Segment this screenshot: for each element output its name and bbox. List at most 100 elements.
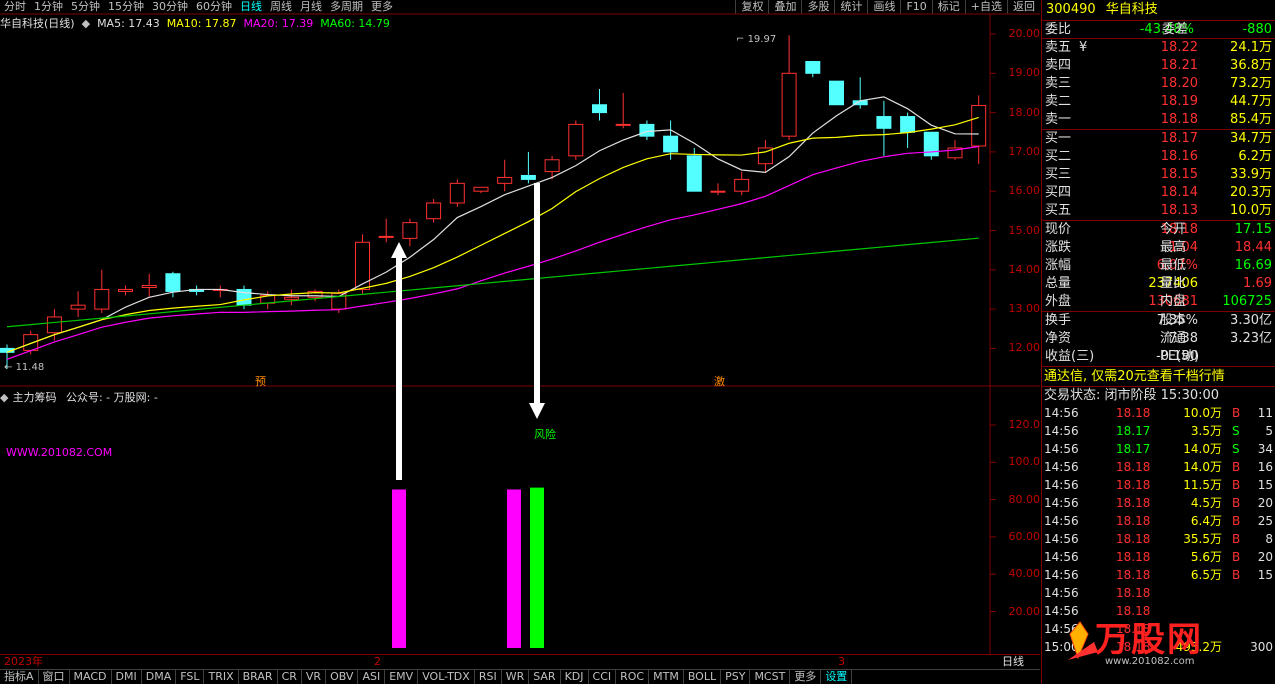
indicator-tab[interactable]: PSY	[721, 670, 751, 684]
candle-body[interactable]	[781, 72, 797, 137]
indicator-tab[interactable]: 更多	[790, 670, 822, 684]
indicator-tab[interactable]: VR	[302, 670, 327, 684]
candle-body[interactable]	[876, 116, 892, 129]
candle-body[interactable]	[70, 304, 86, 310]
candle-body[interactable]	[544, 159, 560, 173]
candle-body[interactable]	[449, 182, 465, 204]
kline-chart[interactable]	[0, 0, 1040, 684]
indicator-tab[interactable]: CCI	[589, 670, 617, 684]
quote-panel: 300490 华自科技 委比 -43.48% 委差 -880 卖五 ¥18.22 2…	[1041, 0, 1275, 684]
indicator-tab[interactable]: 窗口	[39, 670, 70, 684]
tick-time: 14:56	[1044, 550, 1079, 564]
tick-price: 18.18	[1116, 568, 1151, 582]
candle-body[interactable]	[568, 123, 584, 157]
candle-body[interactable]	[520, 174, 536, 180]
tick-side: B	[1232, 514, 1241, 528]
stock-name: 华自科技	[1105, 2, 1158, 17]
indicator-tab[interactable]: DMI	[112, 670, 142, 684]
tick-price: 18.18	[1116, 406, 1151, 420]
indicator-tab[interactable]: VOL-TDX	[418, 670, 475, 684]
candle-body[interactable]	[639, 123, 655, 137]
tick-time: 14:56	[1044, 442, 1079, 456]
sell-level-label: 卖一	[1045, 112, 1072, 127]
tick-time: 14:56	[1044, 478, 1079, 492]
stat-label: 外盘	[1045, 294, 1072, 309]
candle-body[interactable]	[402, 222, 418, 239]
candle-body[interactable]	[165, 273, 181, 292]
candle-body[interactable]	[426, 202, 442, 220]
indicator-tabs: 指标A 窗口 MACD DMI DMA FSL TRIX BRAR CR VR OBV ASI EMV V…	[0, 669, 1040, 684]
stat-value: 16.69	[1234, 258, 1272, 273]
tick-price: 18.18	[1116, 586, 1151, 600]
candle-body[interactable]	[663, 135, 679, 153]
indicator-tab[interactable]: BOLL	[684, 670, 722, 684]
indicator-tab[interactable]: 指标A	[0, 670, 39, 684]
tick-row: 14:56 18.18 4.5万 B 20	[1042, 494, 1275, 512]
candle-body[interactable]	[473, 186, 489, 192]
indicator-subtext: 公众号: - 万股网: -	[65, 391, 158, 404]
indicator-axis-label: 20.00	[1008, 604, 1041, 618]
tick-side: B	[1232, 496, 1241, 510]
candle-body[interactable]	[46, 316, 62, 334]
candle-body[interactable]	[734, 178, 750, 192]
tick-side: B	[1232, 532, 1241, 546]
indicator-tab[interactable]: WR	[502, 670, 530, 684]
candle-body[interactable]	[355, 241, 370, 290]
indicator-diamond-icon[interactable]: ◆	[0, 391, 8, 404]
indicator-tab[interactable]: CR	[278, 670, 302, 684]
indicator-tab[interactable]: DMA	[142, 670, 177, 684]
signal-pre-label: 预	[255, 375, 266, 388]
buy-level-row: 买五 18.13 10.0万	[1042, 202, 1275, 220]
stat-label: 量比	[1160, 276, 1187, 291]
indicator-tab[interactable]: MTM	[649, 670, 684, 684]
indicator-tab[interactable]: TRIX	[204, 670, 239, 684]
candle-body[interactable]	[118, 288, 133, 292]
buy-volume: 33.9万	[1230, 167, 1272, 182]
candle-body[interactable]	[805, 61, 821, 74]
candle-body[interactable]	[94, 288, 110, 310]
candle-body[interactable]	[497, 176, 513, 184]
indicator-tab[interactable]: KDJ	[561, 670, 589, 684]
indicator-tab[interactable]: 设置	[821, 670, 853, 684]
indicator-tab[interactable]: BRAR	[239, 670, 278, 684]
candle-body[interactable]	[900, 116, 916, 133]
indicator-tab[interactable]: MACD	[70, 670, 112, 684]
candle-body[interactable]	[710, 190, 726, 193]
stock-code: 300490	[1046, 2, 1096, 17]
candle-body[interactable]	[686, 155, 702, 192]
candle-body[interactable]	[378, 235, 394, 238]
tick-price: 18.18	[1116, 460, 1151, 474]
date-year: 2023年	[4, 655, 43, 668]
stat-row: 收益(三) -0.190 PE(动)	[1042, 348, 1275, 366]
stat-label: PE(动)	[1160, 349, 1200, 364]
indicator-tab[interactable]: FSL	[176, 670, 205, 684]
indicator-tab[interactable]: EMV	[385, 670, 419, 684]
stat-row: 现价 18.18 今开 17.15	[1042, 221, 1275, 239]
candle-body[interactable]	[283, 296, 299, 300]
indicator-tab[interactable]: RSI	[475, 670, 502, 684]
tick-price: 18.18	[1116, 532, 1151, 546]
indicator-tab[interactable]: ROC	[616, 670, 650, 684]
ad-banner[interactable]: 通达信, 仅需20元查看千档行情	[1042, 366, 1275, 386]
indicator-tab[interactable]: OBV	[326, 670, 359, 684]
tick-time: 14:56	[1044, 514, 1079, 528]
stat-label: 涨幅	[1045, 258, 1072, 273]
candle-body[interactable]	[829, 80, 844, 106]
indicator-tab[interactable]: ASI	[358, 670, 386, 684]
indicator-tab[interactable]: SAR	[529, 670, 561, 684]
candle-body[interactable]	[615, 123, 631, 126]
candle-body[interactable]	[141, 285, 157, 288]
sell-price: 18.20	[1160, 76, 1198, 91]
tick-time: 14:56	[1044, 406, 1079, 420]
candle-body[interactable]	[971, 105, 987, 147]
order-ratio-label: 委比	[1045, 22, 1072, 37]
buy-level-label: 买一	[1045, 131, 1072, 146]
buy-level-row: 买三 18.15 33.9万	[1042, 166, 1275, 184]
candle-body[interactable]	[23, 334, 39, 351]
candle-body[interactable]	[592, 104, 607, 114]
low-price-label: ← 11.48	[4, 362, 45, 373]
indicator-tab[interactable]: MCST	[750, 670, 791, 684]
price-axis-label: 19.00	[1008, 66, 1041, 80]
stat-label: 收益(三)	[1045, 349, 1095, 364]
indicator-name: 主力筹码	[12, 391, 57, 404]
